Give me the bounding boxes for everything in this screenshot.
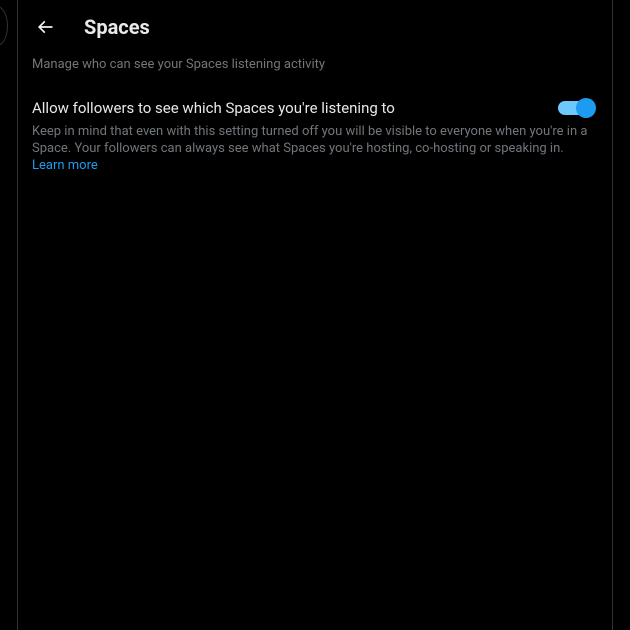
- arrow-left-icon: [35, 17, 55, 37]
- profile-avatar-fragment: [0, 6, 8, 46]
- setting-row: Allow followers to see which Spaces you'…: [18, 86, 612, 179]
- listening-activity-toggle[interactable]: [556, 98, 596, 118]
- setting-header: Allow followers to see which Spaces you'…: [32, 98, 596, 118]
- page-title: Spaces: [84, 15, 150, 39]
- page-subtitle: Manage who can see your Spaces listening…: [18, 53, 612, 86]
- setting-label: Allow followers to see which Spaces you'…: [32, 99, 395, 117]
- back-button[interactable]: [28, 10, 62, 44]
- toggle-thumb: [576, 98, 596, 118]
- settings-panel: Spaces Manage who can see your Spaces li…: [17, 0, 613, 630]
- setting-description-text: Keep in mind that even with this setting…: [32, 124, 587, 156]
- learn-more-link[interactable]: Learn more: [32, 158, 98, 173]
- setting-description: Keep in mind that even with this setting…: [32, 124, 596, 175]
- header: Spaces: [18, 0, 612, 53]
